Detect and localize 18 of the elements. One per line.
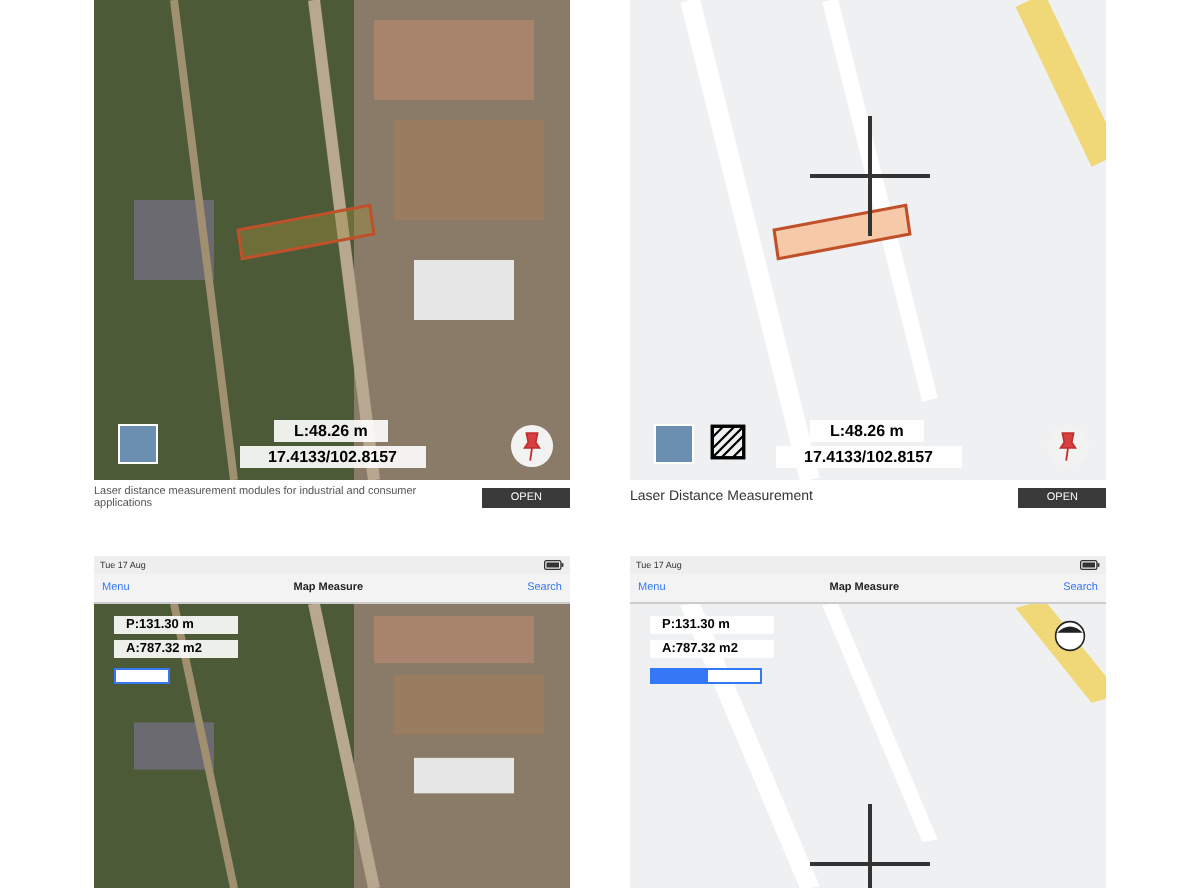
battery-icon xyxy=(1080,560,1100,570)
mode-toggle[interactable] xyxy=(114,668,170,684)
map-type-button[interactable] xyxy=(118,424,158,464)
parcel-outline xyxy=(770,200,914,264)
crosshair-icon xyxy=(810,116,930,236)
length-label: L:48.26 m xyxy=(274,420,388,442)
pin-button-icon[interactable] xyxy=(510,424,554,468)
coordinates-label: 17.4133/102.8157 xyxy=(240,446,426,468)
mode-toggle[interactable] xyxy=(650,668,706,684)
crosshair-icon xyxy=(810,804,930,888)
hatch-icon[interactable] xyxy=(710,424,746,460)
avatar-icon xyxy=(1054,620,1086,652)
map-type-button[interactable] xyxy=(654,424,694,464)
parcel-outline xyxy=(234,200,378,264)
length-label: L:48.26 m xyxy=(810,420,924,442)
coordinates-label: 17.4133/102.8157 xyxy=(776,446,962,468)
battery-icon xyxy=(544,560,564,570)
mode-toggle[interactable] xyxy=(706,668,762,684)
